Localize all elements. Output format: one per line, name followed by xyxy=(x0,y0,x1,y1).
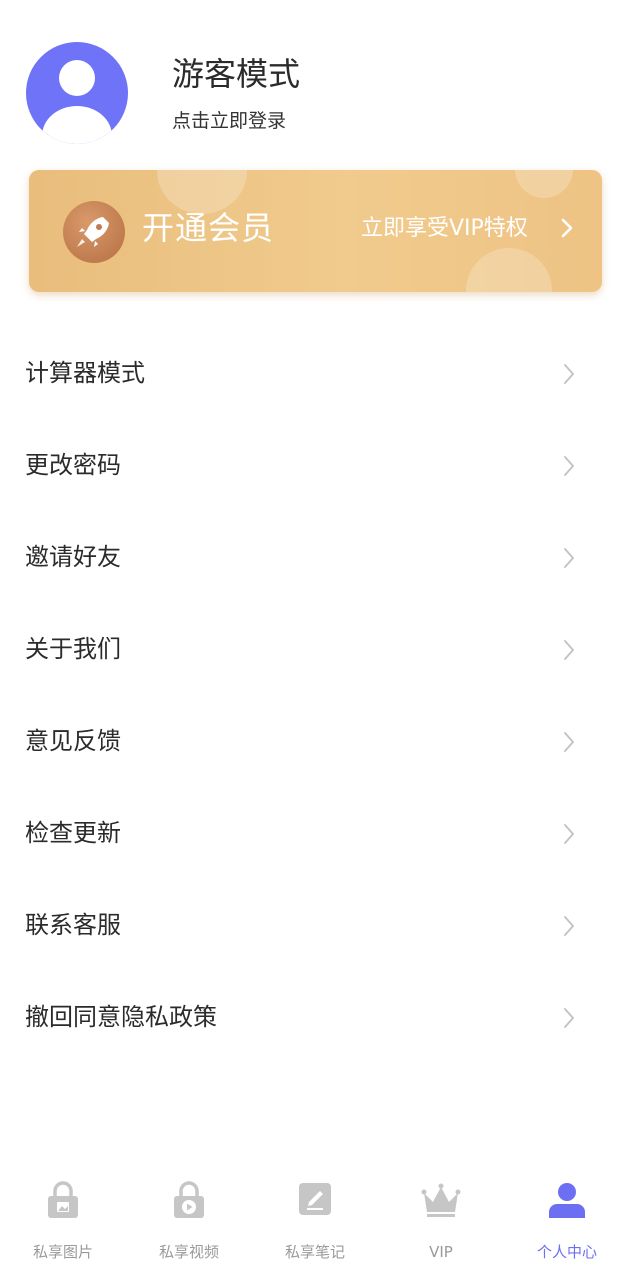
menu-item-label: 计算器模式 xyxy=(25,359,145,387)
menu-item-label: 撤回同意隐私政策 xyxy=(25,1003,217,1031)
vip-banner[interactable]: 开通会员 立即享受VIP特权 xyxy=(29,170,602,292)
tab-vip[interactable]: VIP xyxy=(378,1170,504,1280)
menu-item-feedback[interactable]: 意见反馈 xyxy=(0,696,630,788)
profile-name[interactable]: 游客模式 xyxy=(172,54,300,94)
menu-item-contact-support[interactable]: 联系客服 xyxy=(0,880,630,972)
vip-title: 开通会员 xyxy=(142,209,275,247)
rocket-icon xyxy=(63,201,125,263)
menu-item-label: 检查更新 xyxy=(25,819,121,847)
lock-image-icon xyxy=(48,1181,78,1218)
chevron-right-icon xyxy=(564,1008,574,1028)
menu-item-label: 邀请好友 xyxy=(25,543,121,571)
crown-icon xyxy=(421,1183,461,1217)
decor-bubble xyxy=(466,248,552,292)
menu-item-label: 更改密码 xyxy=(25,451,121,479)
tab-private-images[interactable]: 私享图片 xyxy=(0,1170,126,1280)
tab-label: 个人中心 xyxy=(536,1243,597,1261)
chevron-right-icon xyxy=(564,456,574,476)
tab-label: 私享图片 xyxy=(32,1243,93,1261)
bottom-tab-bar: 私享图片 私享视频 私享笔记 VIP 个人中心 xyxy=(0,1170,630,1280)
chevron-right-icon xyxy=(564,732,574,752)
chevron-right-icon xyxy=(564,364,574,384)
person-icon xyxy=(549,1183,585,1218)
vip-cta-text[interactable]: 立即享受VIP特权 xyxy=(361,214,528,244)
menu-item-label: 联系客服 xyxy=(25,911,121,939)
tab-label: VIP xyxy=(429,1243,453,1261)
chevron-right-icon xyxy=(561,218,573,238)
tab-private-notes[interactable]: 私享笔记 xyxy=(252,1170,378,1280)
menu-item-revoke-privacy-consent[interactable]: 撤回同意隐私政策 xyxy=(0,972,630,1064)
chevron-right-icon xyxy=(564,640,574,660)
chevron-right-icon xyxy=(564,916,574,936)
lock-video-icon xyxy=(174,1181,204,1218)
menu-item-about-us[interactable]: 关于我们 xyxy=(0,604,630,696)
menu-item-check-update[interactable]: 检查更新 xyxy=(0,788,630,880)
tab-personal-center[interactable]: 个人中心 xyxy=(504,1170,630,1280)
chevron-right-icon xyxy=(564,548,574,568)
tab-private-videos[interactable]: 私享视频 xyxy=(126,1170,252,1280)
menu-item-label: 关于我们 xyxy=(25,635,121,663)
menu-item-change-password[interactable]: 更改密码 xyxy=(0,420,630,512)
chevron-right-icon xyxy=(564,824,574,844)
settings-menu: 计算器模式 更改密码 邀请好友 关于我们 意见反馈 检查更新 联系客服 撤回同意… xyxy=(0,328,630,1064)
tab-label: 私享视频 xyxy=(158,1243,219,1261)
user-avatar-icon[interactable] xyxy=(26,42,128,144)
profile-header[interactable]: 游客模式 点击立即登录 xyxy=(0,0,630,160)
tab-label: 私享笔记 xyxy=(284,1243,345,1261)
menu-item-label: 意见反馈 xyxy=(25,727,121,755)
edit-note-icon xyxy=(299,1183,331,1215)
menu-item-calculator-mode[interactable]: 计算器模式 xyxy=(0,328,630,420)
menu-item-invite-friends[interactable]: 邀请好友 xyxy=(0,512,630,604)
decor-bubble xyxy=(515,170,573,198)
login-prompt[interactable]: 点击立即登录 xyxy=(172,108,286,134)
